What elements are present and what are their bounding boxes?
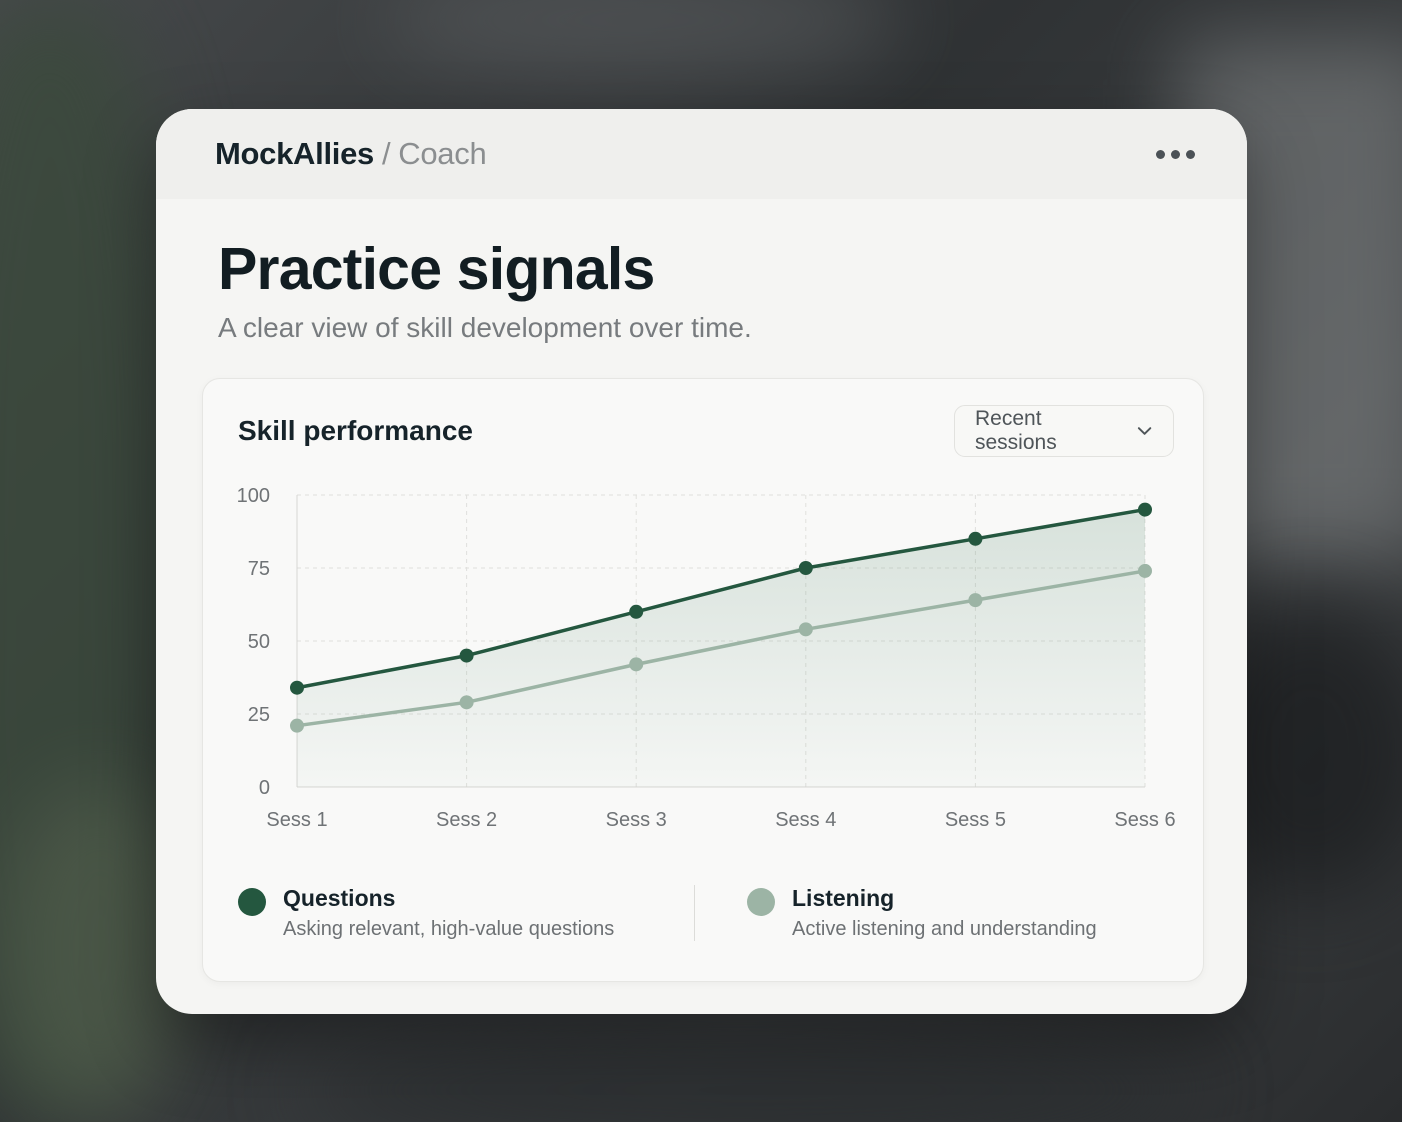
dot-icon [1156,149,1165,159]
x-tick-label: Sess 5 [945,809,1006,831]
data-point-questions [459,648,474,663]
page-title: Practice signals [218,236,655,302]
breadcrumb-separator: / [381,136,391,171]
y-tick-label: 25 [248,704,270,726]
app-window: MockAllies / Coach Practice signals A clea… [156,109,1247,1014]
line-chart: 0 25 50 75 100 Sess 1 Sess 2 Sess 3 Sess 4 Sess 5… [237,485,1176,831]
chevron-down-icon [1137,427,1152,435]
data-point-listening [459,695,474,710]
chart-legend: Questions Asking relevant, high-value qu… [238,871,1168,951]
data-point-questions [968,531,983,546]
y-tick-label: 100 [237,485,270,507]
x-tick-label: Sess 2 [436,809,497,831]
brand-name[interactable]: MockAllies [215,136,374,171]
top-bar: MockAllies / Coach [156,109,1247,199]
data-point-questions [1138,502,1152,517]
dropdown-selected-value: Recent sessions [975,407,1057,454]
x-tick-label: Sess 6 [1114,809,1175,831]
more-options-button[interactable] [1156,149,1195,159]
data-point-listening [629,657,644,672]
page-subtitle: A clear view of skill development over t… [218,312,752,343]
breadcrumb-page[interactable]: Coach [398,136,486,171]
y-tick-label: 50 [248,631,270,653]
x-tick-label: Sess 1 [266,809,327,831]
data-point-listening [290,718,304,733]
dot-icon [1171,149,1180,159]
data-point-questions [290,680,304,695]
data-point-listening [1138,563,1152,578]
data-point-questions [629,604,644,619]
legend-divider [694,885,695,941]
skill-performance-panel: Skill performance Recent sessions 0 25 50 7… [202,378,1204,982]
breadcrumb: MockAllies / Coach [215,136,487,172]
data-point-listening [968,593,983,608]
legend-name: Questions [283,885,396,911]
legend-swatch [238,888,266,916]
legend-description: Asking relevant, high-value questions [283,918,615,940]
data-point-questions [798,561,813,575]
y-tick-label: 0 [259,777,270,799]
dot-icon [1186,149,1195,159]
legend-description: Active listening and understanding [792,918,1097,940]
x-tick-label: Sess 4 [775,809,836,831]
panel-title: Skill performance [238,415,473,446]
legend-swatch [747,888,775,916]
x-tick-label: Sess 3 [606,809,667,831]
legend-name: Listening [792,885,895,911]
y-tick-label: 75 [248,558,270,580]
range-dropdown[interactable]: Recent sessions [954,405,1174,457]
data-point-listening [798,622,813,637]
